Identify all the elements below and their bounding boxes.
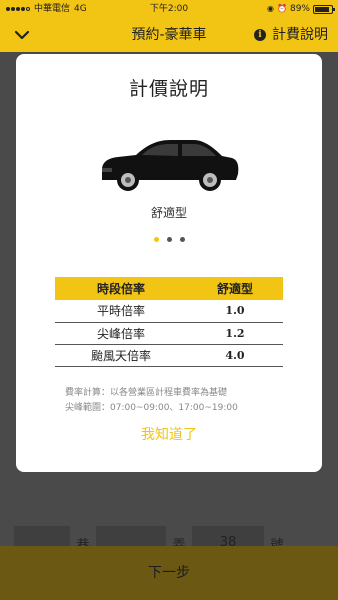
- location-icon: ◉: [267, 4, 275, 13]
- next-button[interactable]: 下一步: [0, 546, 338, 600]
- modal-title: 計價說明: [128, 78, 209, 100]
- pricing-info-label: 計費說明: [272, 27, 328, 43]
- rate-value: 1.2: [187, 322, 283, 345]
- sedan-car-icon: [102, 140, 239, 191]
- page-dot-2[interactable]: [166, 237, 172, 242]
- rate-label: 颱風天倍率: [55, 344, 187, 367]
- alarm-icon: ⏰: [277, 4, 287, 13]
- page-dot-3[interactable]: [179, 237, 185, 242]
- car-type-label: 舒適型: [150, 206, 187, 220]
- peak-hours-note: 尖峰範圍：07:00~09:00、17:00~19:00: [65, 403, 238, 413]
- status-right: ◉ ⏰ 89%: [267, 0, 335, 18]
- table-header-row: 時段倍率 舒適型: [55, 277, 283, 300]
- pricing-modal: 計價說明 舒適型 時段倍率 舒適型 平時倍率 1.0 尖峰倍率 1.2 颱風天倍…: [16, 54, 322, 472]
- battery-icon: [313, 4, 335, 14]
- page-indicator: [16, 237, 322, 242]
- rate-table: 時段倍率 舒適型 平時倍率 1.0 尖峰倍率 1.2 颱風天倍率 4.0: [55, 277, 283, 367]
- rate-value: 4.0: [187, 344, 283, 367]
- info-icon: i: [254, 29, 266, 41]
- rate-value: 1.0: [187, 300, 283, 323]
- confirm-button[interactable]: 我知道了: [16, 424, 322, 444]
- table-row: 颱風天倍率 4.0: [55, 344, 283, 367]
- rate-label: 尖峰倍率: [55, 322, 187, 345]
- battery-percent: 89%: [289, 4, 310, 14]
- status-bar: 中華電信 4G 下午2:00 ◉ ⏰ 89%: [0, 0, 338, 18]
- table-row: 平時倍率 1.0: [55, 300, 283, 323]
- pricing-info-button[interactable]: i 計費說明: [254, 18, 328, 52]
- table-row: 尖峰倍率 1.2: [55, 322, 283, 345]
- column-header: 舒適型: [187, 277, 283, 300]
- rate-label: 平時倍率: [55, 300, 187, 323]
- fare-note: 費率計算：以各營業區計程車費率為基礎: [65, 388, 228, 398]
- page-dot-1[interactable]: [153, 237, 159, 242]
- nav-bar: 預約-豪華車 i 計費說明: [0, 18, 338, 52]
- column-header: 時段倍率: [55, 277, 187, 300]
